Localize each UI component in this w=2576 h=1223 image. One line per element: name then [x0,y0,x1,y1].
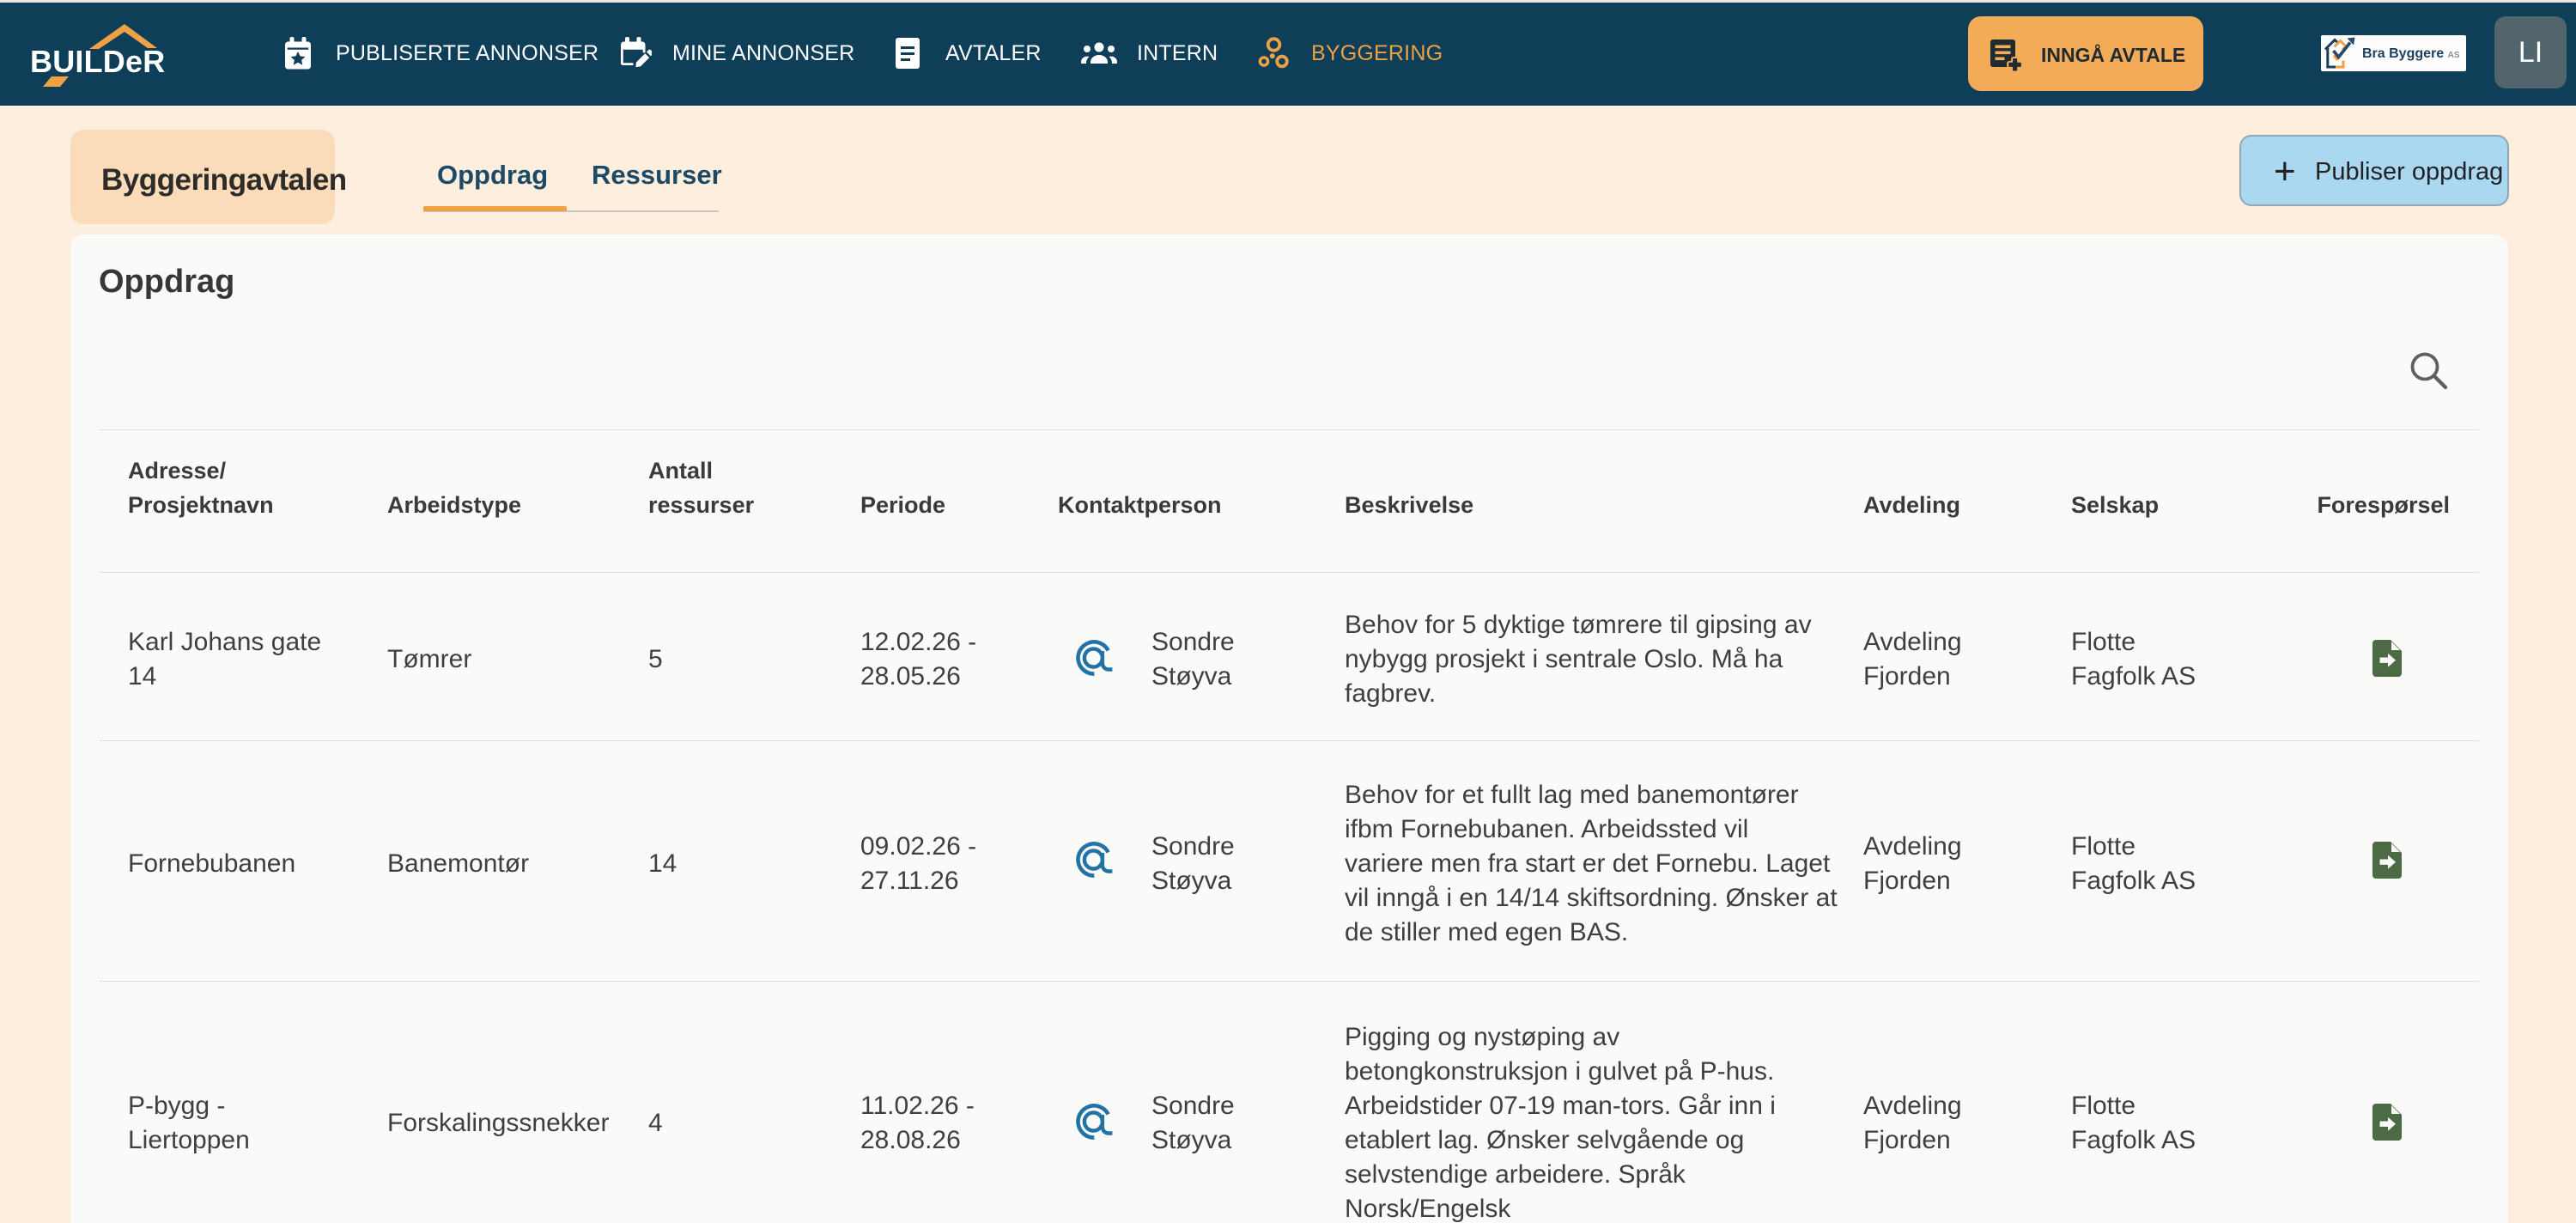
svg-text:BUILDeR: BUILDeR [30,44,165,79]
